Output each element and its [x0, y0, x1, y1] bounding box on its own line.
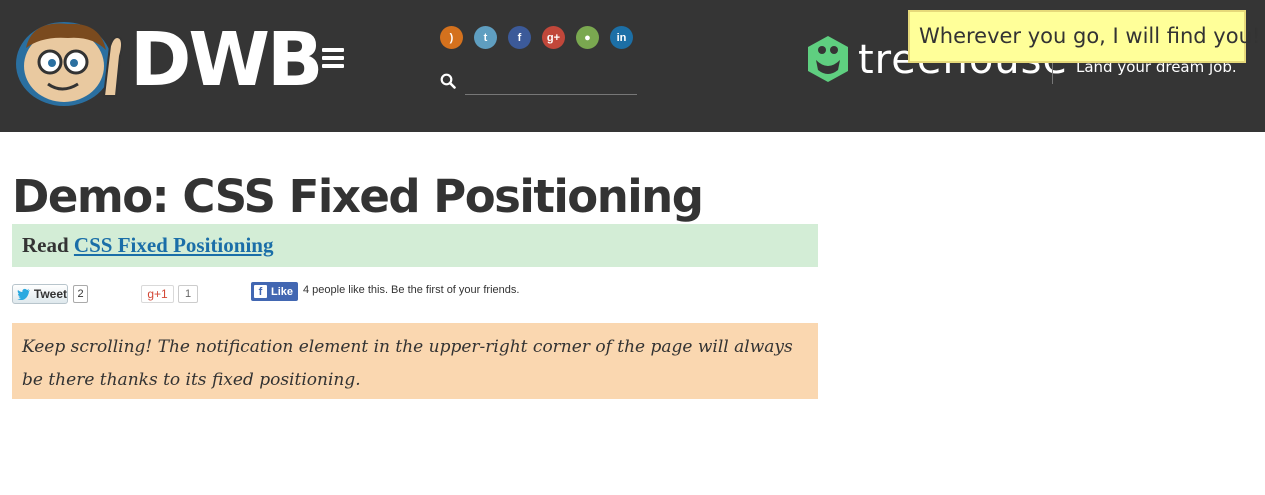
tweet-count: 2: [73, 285, 88, 303]
scroll-note: Keep scrolling! The notification element…: [12, 323, 818, 399]
twitter-bird-icon: [17, 288, 30, 300]
facebook-like-text: 4 people like this. Be the first of your…: [303, 284, 520, 296]
github-icon[interactable]: ●: [576, 26, 599, 49]
twitter-icon[interactable]: t: [474, 26, 497, 49]
hamburger-menu-icon[interactable]: [322, 48, 344, 68]
search-icon[interactable]: [440, 73, 456, 89]
facebook-like-label: Like: [271, 285, 294, 298]
read-prefix: Read: [22, 233, 69, 257]
treehouse-frog-icon[interactable]: [804, 34, 852, 84]
facebook-icon[interactable]: f: [508, 26, 531, 49]
page-title: Demo: CSS Fixed Positioning: [12, 170, 704, 223]
fixed-notification: Wherever you go, I will find you!: [908, 10, 1260, 63]
tweet-label: Tweet: [33, 287, 67, 301]
rss-icon[interactable]: ): [440, 26, 463, 49]
article-link[interactable]: CSS Fixed Positioning: [74, 233, 274, 257]
site-header: DWB )tfg+●in treehouse Land your dream j…: [0, 0, 1265, 132]
social-icons: ) t f g+ ● in: [440, 26, 633, 49]
read-article-box: Read CSS Fixed Positioning: [12, 224, 818, 267]
google-plus-icon[interactable]: g+: [542, 26, 565, 49]
facebook-like-button[interactable]: f Like: [251, 282, 298, 301]
site-logo-text[interactable]: DWB: [130, 14, 323, 106]
mascot-logo-icon[interactable]: [12, 16, 128, 108]
google-plus-count: 1: [178, 285, 198, 303]
linkedin-icon[interactable]: in: [610, 26, 633, 49]
share-buttons: Tweet 2 g+1 1 f Like 4 people like this.…: [12, 282, 818, 306]
facebook-icon: f: [254, 285, 267, 298]
google-plus-button[interactable]: g+1: [141, 285, 174, 303]
tweet-button[interactable]: Tweet: [12, 284, 68, 304]
search-input[interactable]: [465, 72, 637, 95]
